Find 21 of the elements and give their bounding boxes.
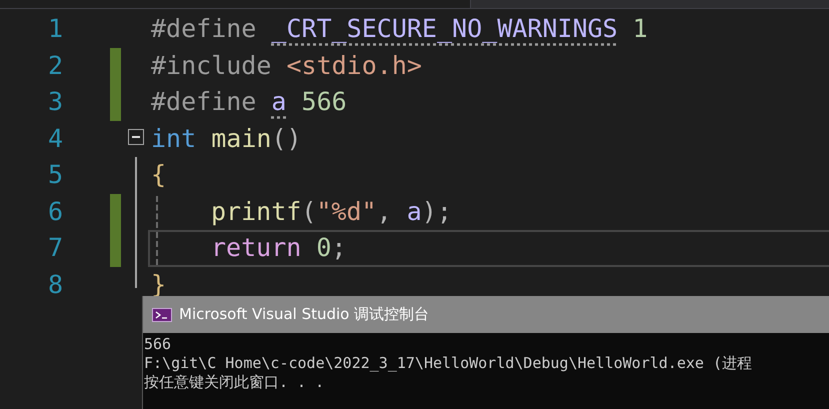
console-output-line: 按任意键关闭此窗口. . .: [144, 373, 326, 392]
console-title: Microsoft Visual Studio 调试控制台: [179, 305, 430, 324]
code-line: return 0;: [211, 232, 346, 264]
line-number: 6: [46, 196, 63, 228]
line-number: 8: [46, 268, 63, 300]
line-number: 3: [46, 86, 63, 118]
console-output-line: F:\git\C Home\c-code\2022_3_17\HelloWorld\Debug\HelloWorld.exe (进程: [144, 354, 753, 373]
code-line: #define a 566: [151, 86, 347, 118]
line-number: 2: [46, 50, 63, 82]
collapse-icon[interactable]: [128, 128, 144, 144]
line-number: 7: [46, 232, 63, 264]
code-line: int main(): [151, 122, 302, 154]
console-output-line: 566: [144, 335, 172, 354]
code-line: #define _CRT_SECURE_NO_WARNINGS 1: [151, 13, 648, 45]
line-number: 1: [46, 13, 63, 45]
code-line: #include <stdio.h>: [151, 50, 422, 82]
code-line: printf("%d", a);: [211, 196, 452, 228]
line-number: 4: [46, 122, 63, 154]
console-app-icon: [152, 308, 172, 322]
line-number: 5: [46, 159, 63, 191]
code-line: {: [151, 159, 166, 191]
